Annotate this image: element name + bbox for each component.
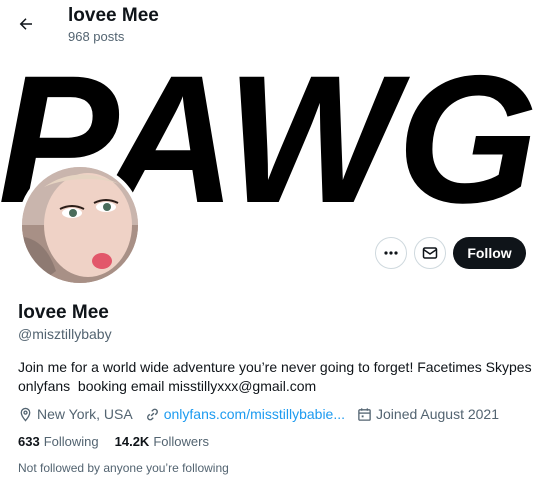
join-date-text: Joined August 2021 — [376, 406, 500, 422]
following-link[interactable]: 633 Following — [18, 434, 99, 449]
message-button[interactable] — [414, 237, 446, 269]
followers-count: 14.2K — [114, 434, 150, 449]
join-date: Joined August 2021 — [357, 406, 499, 422]
followers-link[interactable]: 14.2K Followers — [115, 434, 209, 449]
post-count: 968 posts — [68, 29, 125, 44]
followers-label: Followers — [153, 434, 209, 449]
profile-bio: Join me for a world wide adventure you’r… — [18, 359, 532, 394]
back-button[interactable] — [10, 8, 42, 40]
envelope-icon — [422, 247, 438, 259]
location: New York, USA — [18, 406, 133, 422]
avatar[interactable] — [18, 163, 142, 287]
followed-by-note: Not followed by anyone you’re following — [18, 461, 229, 475]
calendar-icon — [358, 407, 371, 421]
more-icon — [384, 251, 398, 255]
more-button[interactable] — [375, 237, 407, 269]
arrow-left-icon — [19, 18, 32, 30]
location-text: New York, USA — [37, 406, 133, 422]
link-icon — [146, 408, 158, 420]
header-name: lovee Mee — [68, 5, 159, 26]
follow-button[interactable]: Follow — [453, 237, 526, 269]
top-bar: lovee Mee 968 posts — [0, 0, 543, 50]
website-link[interactable]: onlyfans.com/misstillybabie... — [164, 406, 345, 422]
profile-handle: @misztillybaby — [18, 326, 112, 342]
location-pin-icon — [20, 407, 31, 422]
follow-counts: 633 Following 14.2K Followers — [18, 434, 225, 449]
following-label: Following — [43, 434, 99, 449]
profile-name: lovee Mee — [18, 302, 109, 323]
following-count: 633 — [18, 434, 40, 449]
profile-meta: New York, USA onlyfans.com/misstillybabi… — [18, 404, 511, 424]
website: onlyfans.com/misstillybabie... — [145, 406, 345, 422]
